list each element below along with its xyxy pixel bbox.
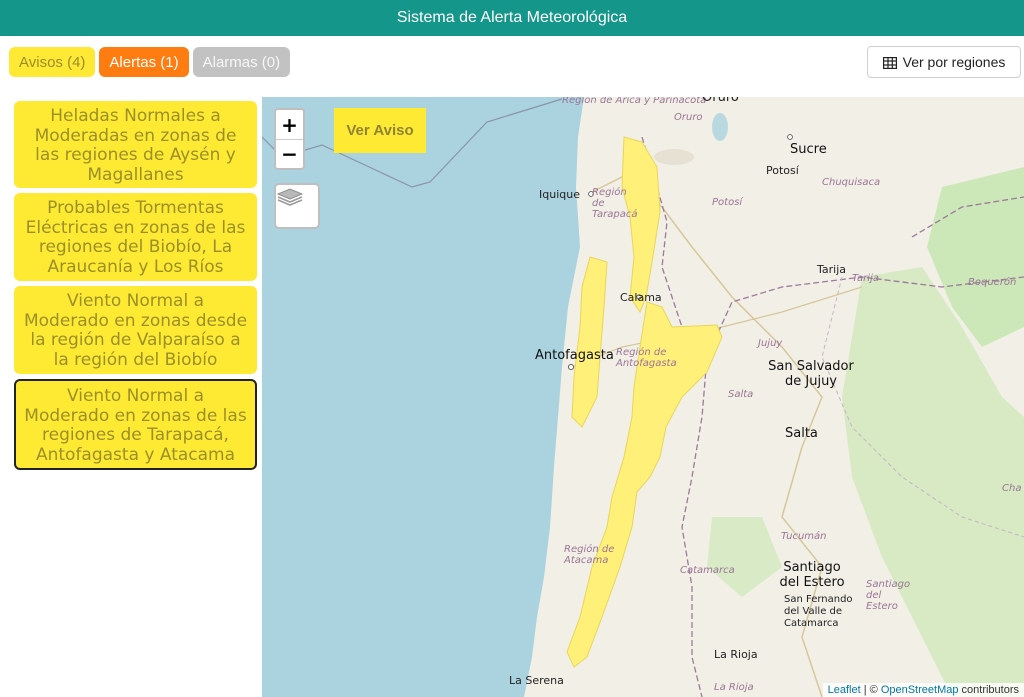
map-label-boqueron: Boquerón xyxy=(968,277,1017,288)
map-label-tarija-dep: Tarija xyxy=(852,273,879,284)
view-by-regions-label: Ver por regiones xyxy=(902,54,1006,70)
map-label-oruro: Oruro xyxy=(674,112,703,123)
zoom-in-button[interactable]: + xyxy=(276,110,303,139)
map-view[interactable]: Región de Arica y Parinacota Oruro Oruro… xyxy=(262,97,1024,697)
map-label-catamarca: Catamarca xyxy=(680,565,735,576)
map-label-sucre: Sucre xyxy=(790,142,827,157)
attribution-tail: contributors xyxy=(958,684,1019,696)
warning-card-heladas[interactable]: Heladas Normales a Moderadas en zonas de… xyxy=(14,101,257,188)
map-label-iquique: Iquique xyxy=(539,188,580,201)
warning-list: Heladas Normales a Moderadas en zonas de… xyxy=(14,101,257,475)
map-label-tarija-city: Tarija xyxy=(817,263,847,276)
map-label-la-rioja: La Rioja xyxy=(714,648,758,661)
zoom-out-button[interactable]: − xyxy=(276,139,303,168)
map-label-potosi-dep: Potosí xyxy=(712,197,743,208)
map-label-santiago-del-estero: Santiago del Estero xyxy=(779,560,845,590)
map-label-la-rioja-province: La Rioja xyxy=(714,682,754,693)
map-label-san-salvador: San Salvador de Jujuy xyxy=(768,359,854,389)
zoom-control: + − xyxy=(274,108,305,170)
map-label-potosi-city: Potosí xyxy=(766,164,799,177)
map-label-salta: Salta xyxy=(785,426,818,441)
filter-alarmas-button[interactable]: Alarmas (0) xyxy=(192,47,291,77)
app-header: Sistema de Alerta Meteorológica xyxy=(0,0,1024,36)
layers-button[interactable] xyxy=(274,183,320,229)
map-label-la-serena: La Serena xyxy=(509,674,564,687)
ver-aviso-button[interactable]: Ver Aviso xyxy=(334,108,426,153)
map-label-antofagasta: Antofagasta xyxy=(535,348,614,363)
filter-avisos-button[interactable]: Avisos (4) xyxy=(9,47,96,77)
map-label-tucuman: Tucumán xyxy=(781,531,827,542)
leaflet-link[interactable]: Leaflet xyxy=(828,684,861,696)
map-label-santiago-province: Santiago del Estero xyxy=(866,579,911,612)
table-grid-icon xyxy=(882,56,897,70)
map-label-oruro-top: Oruro xyxy=(702,97,739,105)
osm-link[interactable]: OpenStreetMap xyxy=(881,684,959,696)
map-label-salta-province: Salta xyxy=(728,389,754,400)
map-label-calama: Calama xyxy=(620,291,662,304)
map-label-antofagasta-region: Región de Antofagasta xyxy=(616,347,677,369)
map-label-jujuy: Jujuy xyxy=(758,338,783,349)
map-label-chuquisaca: Chuquisaca xyxy=(822,177,881,188)
map-label-chaco: Cha xyxy=(1002,483,1022,494)
map-attribution: Leaflet | © OpenStreetMap contributors xyxy=(822,683,1024,697)
map-label-atacama: Región de Atacama xyxy=(564,544,615,566)
filter-bar: Avisos (4) Alertas (1) Alarmas (0) xyxy=(9,47,291,77)
map-label-arica: Región de Arica y Parinacota xyxy=(562,97,707,106)
warning-card-tormentas[interactable]: Probables Tormentas Eléctricas en zonas … xyxy=(14,193,257,281)
app-title: Sistema de Alerta Meteorológica xyxy=(396,9,628,26)
map-label-tarapaca: Región de Tarapacá xyxy=(592,187,638,220)
view-by-regions-button[interactable]: Ver por regiones xyxy=(867,46,1021,78)
warning-card-viento-norte[interactable]: Viento Normal a Moderado en zonas de las… xyxy=(14,379,257,470)
attribution-separator: | © xyxy=(860,684,881,696)
warning-card-viento-centro[interactable]: Viento Normal a Moderado en zonas desde … xyxy=(14,286,257,374)
filter-alertas-button[interactable]: Alertas (1) xyxy=(99,47,189,77)
map-label-san-fernando: San Fernando del Valle de Catamarca xyxy=(784,594,853,629)
